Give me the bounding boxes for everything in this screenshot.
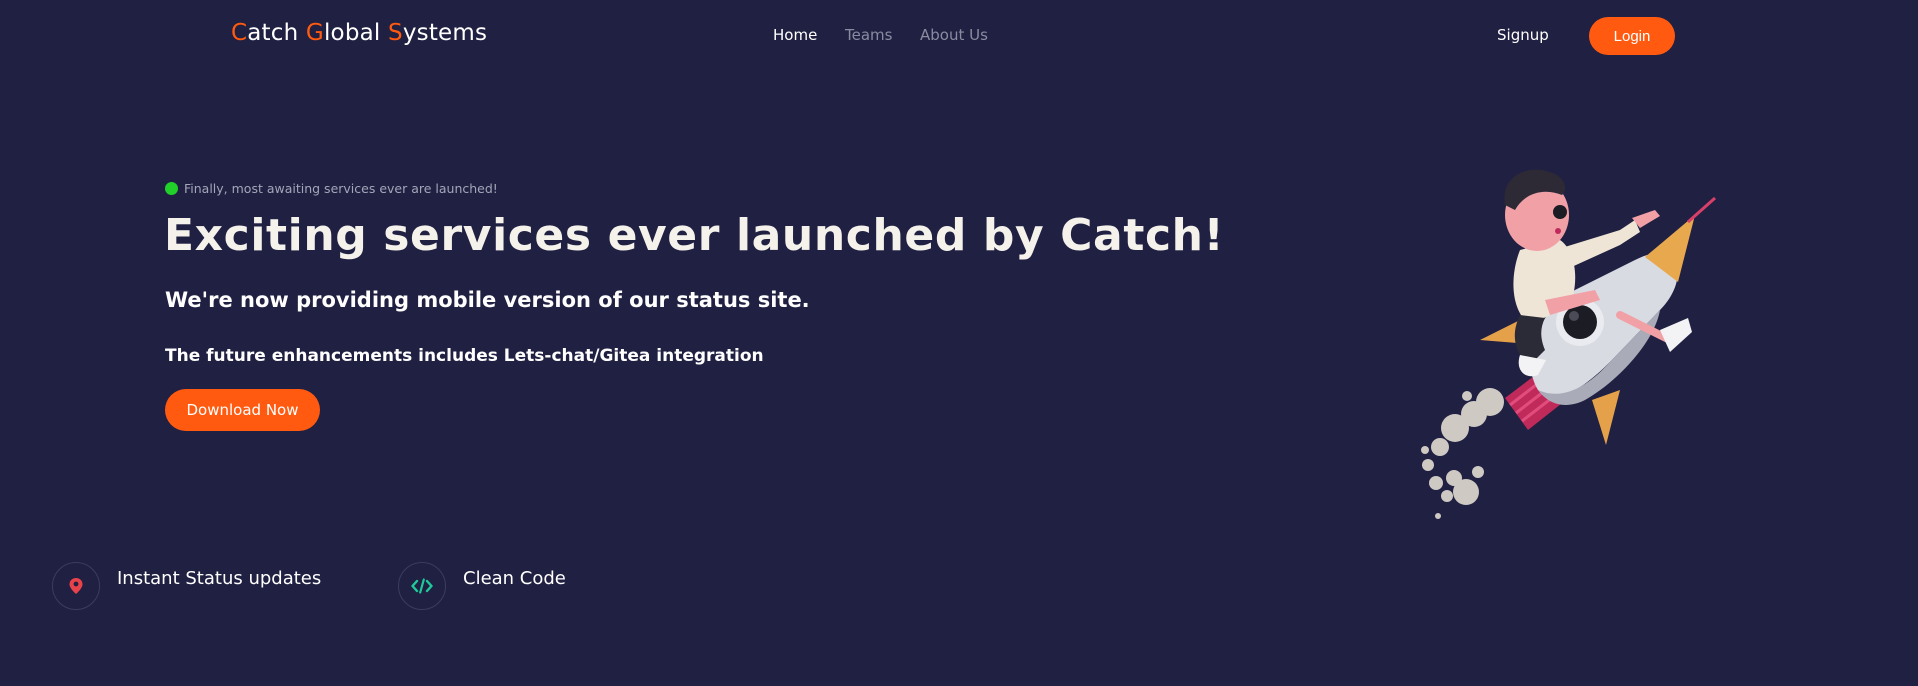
brand-text: lobal — [323, 20, 389, 46]
feature-icon-ring — [398, 562, 446, 610]
brand-letter: S — [388, 20, 403, 46]
smoke-puffs — [1421, 388, 1504, 519]
boy-shoe — [1660, 318, 1692, 352]
navbar: Catch Global Systems Home Teams About Us… — [0, 0, 1918, 70]
brand-letter: C — [231, 20, 248, 46]
nav-link-teams[interactable]: Teams — [845, 26, 892, 44]
status-dot-icon — [165, 182, 178, 195]
nav-link-home[interactable]: Home — [773, 26, 817, 44]
feature-label: Instant Status updates — [117, 568, 322, 589]
brand-letter: G — [305, 20, 324, 46]
login-button[interactable]: Login — [1589, 17, 1675, 55]
rocket-fin — [1592, 390, 1620, 445]
boy-arm — [1555, 220, 1640, 270]
brand-text: ystems — [402, 20, 488, 46]
hero-badge-text: Finally, most awaiting services ever are… — [184, 181, 498, 196]
feature-icon-ring — [52, 562, 100, 610]
brand-logo[interactable]: Catch Global Systems — [231, 20, 487, 46]
feature-item: Instant Status updates — [52, 562, 321, 610]
map-pin-icon — [69, 578, 83, 594]
rocket-antenna — [1687, 196, 1716, 224]
hero-title: Exciting services ever launched by Catch… — [164, 210, 1225, 261]
download-now-button[interactable]: Download Now — [165, 389, 320, 431]
signup-link[interactable]: Signup — [1497, 26, 1549, 44]
nav-link-about-us[interactable]: About Us — [920, 26, 988, 44]
rocket-boy-illustration — [1421, 169, 1716, 519]
hero-enhancements-text: The future enhancements includes Lets-ch… — [165, 346, 764, 366]
feature-item: Clean Code — [398, 562, 566, 610]
boy-glasses — [1553, 205, 1567, 219]
hero-subtitle: We're now providing mobile version of ou… — [165, 288, 810, 312]
feature-label: Clean Code — [463, 568, 566, 589]
code-icon — [411, 578, 433, 594]
brand-text: atch — [247, 20, 306, 46]
hero-badge: Finally, most awaiting services ever are… — [165, 181, 498, 196]
